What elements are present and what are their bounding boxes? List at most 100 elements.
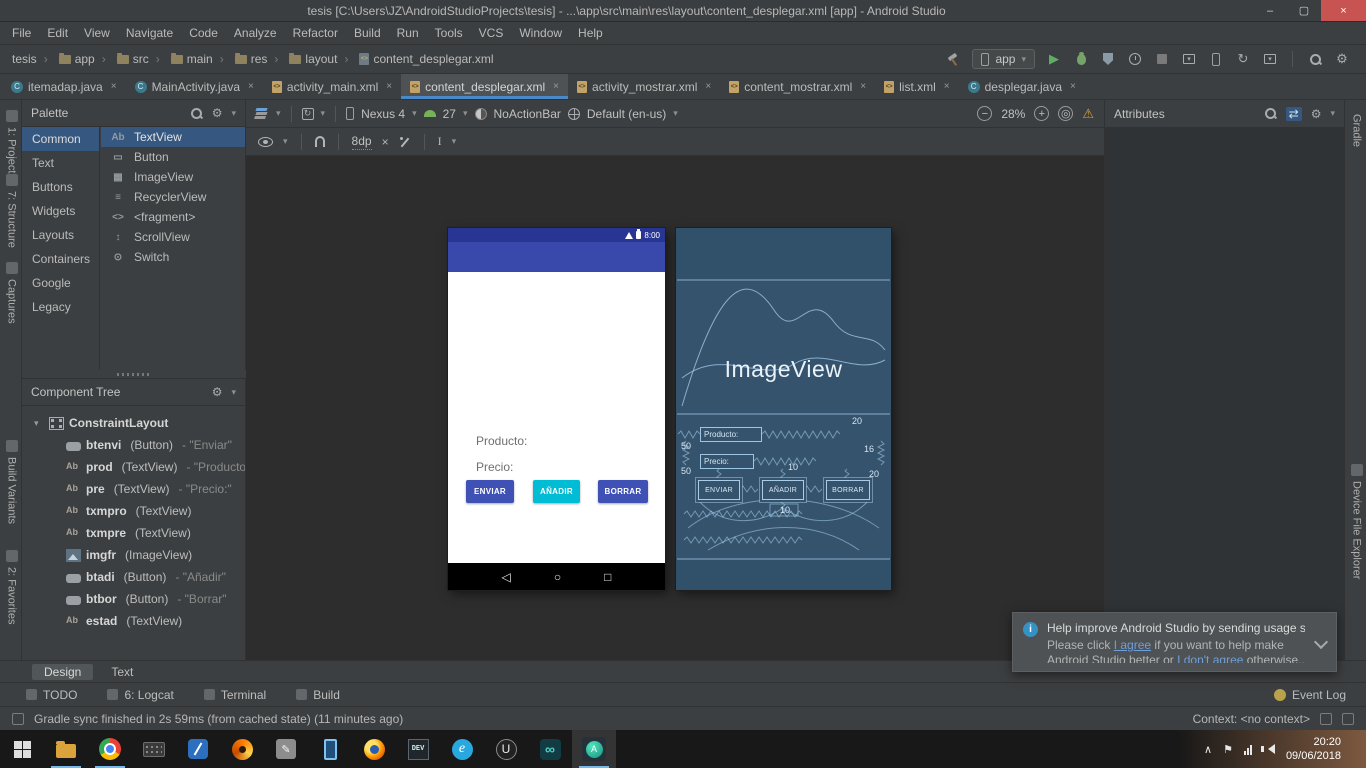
taskbar-usb-app[interactable] [176, 730, 220, 768]
breadcrumb-res[interactable]: res [213, 52, 268, 66]
taskbar-spiral-app[interactable] [220, 730, 264, 768]
gear-icon[interactable]: ⚙ [212, 106, 223, 120]
blueprint-preview[interactable]: ImageView Producto: Precio: ENVIAR AÑADI… [676, 228, 891, 590]
palette-category-legacy[interactable]: Legacy [22, 295, 99, 319]
tab-activity-mostrar[interactable]: <>activity_mostrar.xml× [568, 74, 720, 99]
preview-app-bar[interactable] [448, 242, 665, 272]
indent-indicator-icon[interactable] [1342, 713, 1354, 725]
menu-code[interactable]: Code [181, 22, 226, 45]
toolwindow-todo[interactable]: TODO [26, 688, 77, 702]
tree-node-btenvi[interactable]: btenvi(Button)- "Enviar" [22, 434, 245, 456]
menu-analyze[interactable]: Analyze [226, 22, 285, 45]
infer-constraints-icon[interactable] [399, 136, 411, 148]
preview-anadir-button[interactable]: AÑADIR [533, 480, 580, 503]
taskbar-keyboard-app[interactable] [132, 730, 176, 768]
chevron-down-icon[interactable]: ▾ [463, 108, 468, 119]
close-icon[interactable]: × [1070, 81, 1076, 92]
menu-help[interactable]: Help [570, 22, 611, 45]
breadcrumb-tesis[interactable]: tesis [12, 52, 37, 66]
sidebar-build-variants[interactable]: Build Variants [2, 438, 21, 524]
attach-debugger-icon[interactable]: ▾ [1181, 50, 1197, 68]
taskbar-infinity-app[interactable]: ∞ [528, 730, 572, 768]
run-configuration[interactable]: app▾ [972, 49, 1035, 69]
zoom-fit-icon[interactable]: ◎ [1058, 106, 1073, 121]
palette-category-widgets[interactable]: Widgets [22, 199, 99, 223]
toolwindow-logcat[interactable]: 6: Logcat [107, 688, 173, 702]
design-preview[interactable]: 8:00 Producto: Precio: ENVIAR AÑADIR BOR… [448, 228, 665, 590]
tab-list[interactable]: <>list.xml× [875, 74, 959, 99]
warning-icon[interactable]: ⚠ [1082, 106, 1094, 122]
design-surface-icon[interactable] [256, 108, 269, 119]
taskbar-file-explorer[interactable] [44, 730, 88, 768]
close-icon[interactable]: × [248, 81, 254, 92]
chevron-down-icon[interactable]: ▾ [452, 136, 457, 147]
menu-edit[interactable]: Edit [39, 22, 76, 45]
tab-desplegar[interactable]: Cdesplegar.java× [959, 74, 1085, 99]
preview-borrar-button[interactable]: BORRAR [598, 480, 648, 503]
autoconnect-icon[interactable] [315, 136, 325, 147]
palette-category-containers[interactable]: Containers [22, 247, 99, 271]
minimize-button[interactable]: – [1253, 0, 1287, 21]
toolwindow-terminal[interactable]: Terminal [204, 688, 266, 702]
palette-category-layouts[interactable]: Layouts [22, 223, 99, 247]
show-hidden-icons[interactable]: ∧ [1204, 743, 1212, 756]
hide-panel-icon[interactable]: ▾ [1330, 108, 1335, 119]
sidebar-project[interactable]: 1: Project [2, 108, 21, 173]
close-icon[interactable]: × [553, 81, 559, 92]
gear-icon[interactable]: ⚙ [212, 385, 223, 399]
blueprint-enviar-button[interactable]: ENVIAR [698, 480, 740, 500]
tab-itemadap[interactable]: Citemadap.java× [2, 74, 126, 99]
palette-item-textview[interactable]: AbTextView [101, 127, 245, 147]
swap-panel-icon[interactable]: ⇄ [1286, 107, 1302, 121]
preview-precio-label[interactable]: Precio: [476, 460, 513, 474]
menu-vcs[interactable]: VCS [471, 22, 512, 45]
blueprint-precio[interactable]: Precio: [700, 454, 754, 469]
blueprint-producto[interactable]: Producto: [700, 427, 762, 442]
tree-node-imgfr[interactable]: imgfr(ImageView) [22, 544, 245, 566]
tree-node-estad[interactable]: estad(TextView) [22, 610, 245, 632]
avd-manager-icon[interactable] [1208, 50, 1224, 68]
view-options-icon[interactable] [258, 137, 273, 147]
start-button[interactable] [0, 730, 44, 768]
palette-item-scrollview[interactable]: ↕ScrollView [101, 227, 245, 247]
chevron-down-icon[interactable]: ▾ [283, 136, 288, 147]
coverage-icon[interactable] [1100, 50, 1116, 68]
menu-window[interactable]: Window [511, 22, 570, 45]
taskbar-unity[interactable]: U [484, 730, 528, 768]
close-button[interactable]: × [1321, 0, 1366, 21]
menu-refactor[interactable]: Refactor [285, 22, 346, 45]
profiler-icon[interactable] [1127, 50, 1143, 68]
palette-item-recyclerview[interactable]: ≡RecyclerView [101, 187, 245, 207]
close-icon[interactable]: × [386, 81, 392, 92]
agree-link[interactable]: I agree [1114, 638, 1151, 652]
locale-selector[interactable]: Default (en-us) [587, 107, 666, 121]
zoom-out-icon[interactable]: − [977, 106, 992, 121]
breadcrumb-app[interactable]: app [37, 52, 95, 66]
toolwindow-toggle-icon[interactable] [12, 713, 24, 725]
sync-gradle-icon[interactable]: ↻ [1235, 50, 1251, 68]
tab-text[interactable]: Text [99, 664, 145, 680]
menu-run[interactable]: Run [389, 22, 427, 45]
palette-item-imageview[interactable]: ▦ImageView [101, 167, 245, 187]
tree-node-pre[interactable]: pre(TextView)- "Precio:" [22, 478, 245, 500]
settings-icon[interactable]: ⚙ [1334, 50, 1350, 68]
search-icon[interactable] [190, 107, 203, 120]
debug-icon[interactable] [1073, 50, 1089, 68]
stop-icon[interactable] [1154, 50, 1170, 68]
lock-icon[interactable] [1320, 713, 1332, 725]
search-icon[interactable] [1264, 107, 1277, 120]
api-selector[interactable]: 27 [443, 107, 456, 121]
taskbar-editor-app[interactable]: ✎ [264, 730, 308, 768]
sidebar-gradle[interactable]: Gradle [1347, 114, 1366, 147]
preview-producto-label[interactable]: Producto: [476, 434, 527, 448]
make-project-icon[interactable] [945, 50, 961, 68]
tree-node-btadi[interactable]: btadi(Button)- "Añadir" [22, 566, 245, 588]
palette-item-switch[interactable]: ⊙Switch [101, 247, 245, 267]
close-icon[interactable]: × [944, 81, 950, 92]
maximize-button[interactable]: ▢ [1287, 0, 1321, 21]
blueprint-borrar-button[interactable]: BORRAR [826, 480, 870, 500]
sidebar-favorites[interactable]: 2: Favorites [2, 548, 21, 624]
taskbar-dev-cpp[interactable]: DEV [396, 730, 440, 768]
breadcrumb-layout[interactable]: layout [267, 52, 337, 66]
tree-node-constraintlayout[interactable]: ▾ ConstraintLayout [22, 412, 245, 434]
